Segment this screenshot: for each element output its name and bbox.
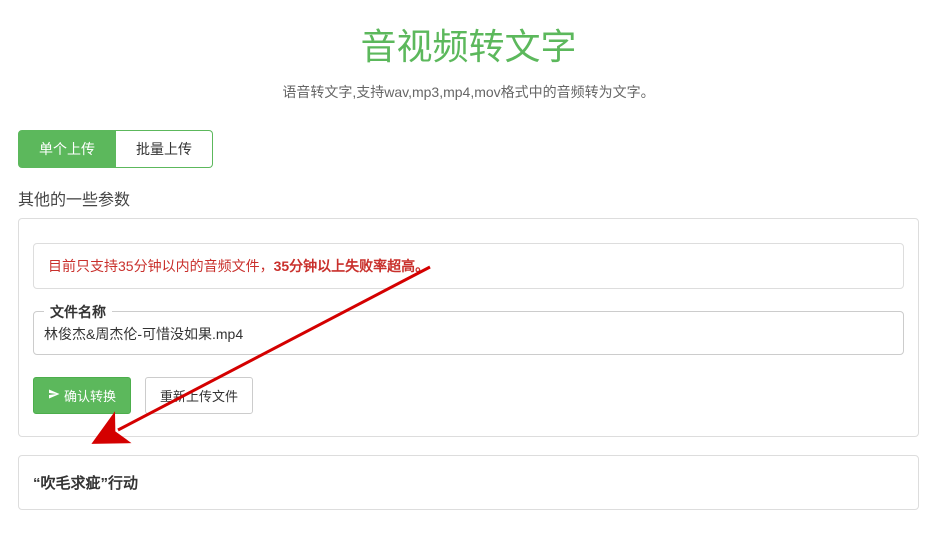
warning-emphasis: 35分钟以上失败率超高。 — [274, 258, 430, 274]
upload-tabs: 单个上传 批量上传 — [18, 130, 937, 168]
page-subtitle: 语音转文字,支持wav,mp3,mp4,mov格式中的音频转为文字。 — [0, 82, 937, 102]
file-name-legend: 文件名称 — [44, 302, 112, 322]
warning-prefix: 目前只支持35分钟以内的音频文件， — [48, 258, 274, 274]
reupload-button[interactable]: 重新上传文件 — [145, 377, 253, 414]
params-panel: 目前只支持35分钟以内的音频文件，35分钟以上失败率超高。 文件名称 林俊杰&周… — [18, 218, 919, 437]
reupload-label: 重新上传文件 — [160, 386, 238, 405]
page-title: 音视频转文字 — [0, 18, 937, 70]
file-name-value: 林俊杰&周杰伦-可惜没如果.mp4 — [44, 324, 893, 344]
second-panel-title: “吹毛求疵”行动 — [33, 472, 904, 493]
send-icon — [48, 388, 60, 403]
tab-batch-upload[interactable]: 批量上传 — [116, 130, 213, 168]
file-name-field: 文件名称 林俊杰&周杰伦-可惜没如果.mp4 — [33, 311, 904, 355]
section-label: 其他的一些参数 — [18, 186, 937, 210]
tab-single-upload[interactable]: 单个上传 — [18, 130, 116, 168]
confirm-convert-button[interactable]: 确认转换 — [33, 377, 131, 414]
confirm-convert-label: 确认转换 — [64, 386, 116, 405]
warning-box: 目前只支持35分钟以内的音频文件，35分钟以上失败率超高。 — [33, 243, 904, 289]
button-row: 确认转换 重新上传文件 — [33, 377, 904, 414]
second-panel: “吹毛求疵”行动 — [18, 455, 919, 510]
